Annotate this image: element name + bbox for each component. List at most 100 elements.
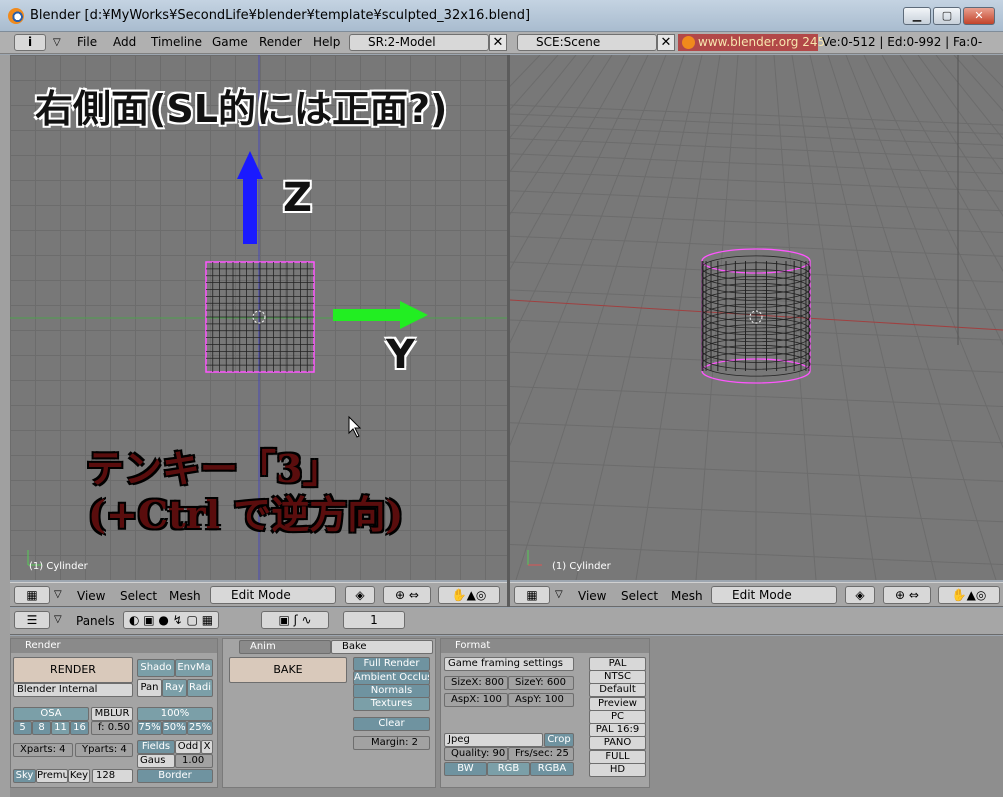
border-toggle[interactable]: Border (137, 769, 213, 783)
screen-select-field[interactable]: SR:2-Model (349, 34, 489, 51)
rgb-toggle[interactable]: RGB (487, 762, 530, 776)
envmap-toggle[interactable]: EnvMa (175, 659, 213, 677)
menu-view[interactable]: View (578, 589, 606, 603)
maximize-button[interactable]: ▢ (933, 7, 961, 25)
window-type-icon[interactable]: ☰ (14, 611, 50, 629)
window-type-icon[interactable]: ▦ (514, 586, 550, 604)
menu-view[interactable]: View (77, 589, 105, 603)
menu-timeline[interactable]: Timeline (151, 35, 202, 49)
menu-select[interactable]: Select (621, 589, 658, 603)
menu-help[interactable]: Help (313, 35, 340, 49)
clear-toggle[interactable]: Clear (353, 717, 430, 731)
preset-ntsc[interactable]: NTSC (589, 670, 646, 684)
collapse-menu-icon[interactable]: ▽ (53, 37, 61, 48)
manipulator-icon[interactable]: ✋▲◎ (438, 586, 500, 604)
close-button[interactable]: ✕ (963, 7, 995, 25)
mode-select[interactable]: Edit Mode (210, 586, 336, 604)
subcontext-buttons[interactable]: ▣ ʃ ∿ (261, 611, 329, 629)
preset-pal[interactable]: PAL (589, 657, 646, 671)
menu-game[interactable]: Game (212, 35, 248, 49)
gauss-field[interactable]: 1.00 (175, 754, 213, 768)
context-buttons[interactable]: ◐ ▣ ● ↯ ▢ ▦ (123, 611, 219, 629)
screen-delete-button[interactable]: ✕ (489, 34, 507, 51)
osa-5[interactable]: 5 (13, 721, 32, 735)
frame-number-field[interactable]: 1 (343, 611, 405, 629)
draw-type-icon[interactable]: ◈ (845, 586, 875, 604)
shadow-toggle[interactable]: Shado (137, 659, 175, 677)
yparts-field[interactable]: Yparts: 4 (75, 743, 133, 757)
ambient-occlusion-toggle[interactable]: Ambient Occlus (353, 671, 430, 685)
panels-menu[interactable]: Panels (76, 614, 115, 628)
minimize-button[interactable]: ▁ (903, 7, 931, 25)
pivot-icon[interactable]: ⊕ ⇔ (883, 586, 931, 604)
quality-field[interactable]: Quality: 90 (444, 747, 508, 761)
fps-field[interactable]: Frs/sec: 25 (508, 747, 574, 761)
resolution-50[interactable]: 50% (162, 721, 187, 735)
collapse-menu-icon[interactable]: ▽ (54, 589, 62, 600)
fields-toggle[interactable]: Fields (137, 740, 175, 754)
bits-select[interactable]: 128 (92, 769, 133, 783)
manipulator-icon[interactable]: ✋▲◎ (938, 586, 1000, 604)
x-toggle[interactable]: X (201, 740, 213, 754)
osa-11[interactable]: 11 (51, 721, 70, 735)
filter-select[interactable]: Gaus (137, 754, 175, 768)
renderer-select[interactable]: Blender Internal (13, 683, 133, 697)
collapse-menu-icon[interactable]: ▽ (54, 614, 62, 625)
resolution-25[interactable]: 25% (187, 721, 213, 735)
rgba-toggle[interactable]: RGBA (530, 762, 574, 776)
menu-mesh[interactable]: Mesh (169, 589, 201, 603)
preset-pal-16-9[interactable]: PAL 16:9 (589, 723, 646, 737)
resolution-100[interactable]: 100% (137, 707, 213, 721)
size-y-field[interactable]: SizeY: 600 (508, 676, 574, 690)
pivot-icon[interactable]: ⊕ ⇔ (383, 586, 431, 604)
preset-hd[interactable]: HD (589, 763, 646, 777)
odd-toggle[interactable]: Odd (175, 740, 201, 754)
preset-full[interactable]: FULL (589, 750, 646, 764)
normals-toggle[interactable]: Normals (353, 684, 430, 698)
ray-toggle[interactable]: Ray (162, 679, 187, 697)
tab-bake[interactable]: Bake (331, 640, 433, 654)
full-render-toggle[interactable]: Full Render (353, 657, 430, 671)
menu-file[interactable]: File (77, 35, 97, 49)
bw-toggle[interactable]: BW (444, 762, 487, 776)
sky-toggle[interactable]: Sky (13, 769, 36, 783)
draw-type-icon[interactable]: ◈ (345, 586, 375, 604)
asp-y-field[interactable]: AspY: 100 (508, 693, 574, 707)
preset-default[interactable]: Default (589, 683, 646, 697)
margin-field[interactable]: Margin: 2 (353, 736, 430, 750)
resolution-75[interactable]: 75% (137, 721, 162, 735)
crop-toggle[interactable]: Crop (544, 733, 574, 747)
key-toggle[interactable]: Key (68, 769, 90, 783)
pano-toggle[interactable]: Pan (137, 679, 162, 697)
file-format-select[interactable]: Jpeg (444, 733, 543, 747)
scene-select-field[interactable]: SCE:Scene (517, 34, 657, 51)
viewport-perspective[interactable]: (1) Cylinder (510, 55, 1003, 580)
tab-anim[interactable]: Anim (239, 640, 331, 654)
menu-mesh[interactable]: Mesh (671, 589, 703, 603)
preset-pc[interactable]: PC (589, 710, 646, 724)
osa-16[interactable]: 16 (70, 721, 89, 735)
menu-add[interactable]: Add (113, 35, 136, 49)
preset-preview[interactable]: Preview (589, 697, 646, 711)
preset-pano[interactable]: PANO (589, 736, 646, 750)
osa-toggle[interactable]: OSA (13, 707, 89, 721)
asp-x-field[interactable]: AspX: 100 (444, 693, 508, 707)
menu-render[interactable]: Render (259, 35, 302, 49)
collapse-menu-icon[interactable]: ▽ (555, 589, 563, 600)
scene-delete-button[interactable]: ✕ (657, 34, 675, 51)
textures-toggle[interactable]: Textures (353, 697, 430, 711)
bake-button[interactable]: BAKE (229, 657, 347, 683)
menu-select[interactable]: Select (120, 589, 157, 603)
info-window-button[interactable]: i (14, 34, 46, 51)
size-x-field[interactable]: SizeX: 800 (444, 676, 508, 690)
render-button[interactable]: RENDER (13, 657, 133, 683)
mblur-toggle[interactable]: MBLUR (91, 707, 133, 721)
xparts-field[interactable]: Xparts: 4 (13, 743, 73, 757)
osa-8[interactable]: 8 (32, 721, 51, 735)
game-framing-button[interactable]: Game framing settings (444, 657, 574, 671)
mblur-factor-field[interactable]: f: 0.50 (91, 721, 133, 735)
premul-toggle[interactable]: Premu (36, 769, 68, 783)
window-type-icon[interactable]: ▦ (14, 586, 50, 604)
mode-select[interactable]: Edit Mode (711, 586, 837, 604)
radio-toggle[interactable]: Radi (187, 679, 213, 697)
